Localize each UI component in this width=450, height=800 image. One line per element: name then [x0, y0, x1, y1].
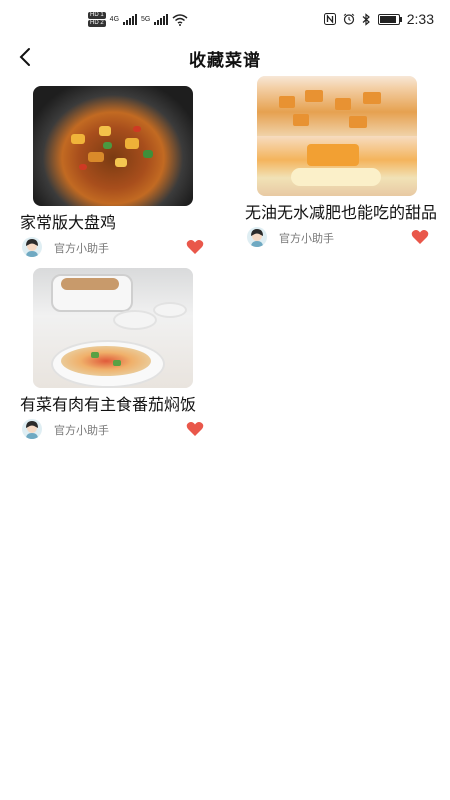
heart-icon[interactable] — [186, 421, 204, 437]
recipe-card[interactable]: 有菜有肉有主食番茄焖饭 官方小助手 — [20, 268, 220, 445]
hd-indicators: HD 1 HD 2 — [88, 12, 106, 27]
page-title: 收藏菜谱 — [189, 51, 261, 71]
recipe-meta: 官方小助手 — [20, 419, 220, 445]
recipe-image-tian-pin[interactable] — [257, 76, 417, 196]
author-name: 官方小助手 — [54, 424, 109, 437]
network-type-2: 5G — [141, 15, 151, 23]
recipe-title[interactable]: 有菜有肉有主食番茄焖饭 — [20, 394, 220, 415]
recipe-card[interactable]: 家常版大盘鸡 官方小助手 — [20, 86, 220, 263]
signal-2-icon — [154, 14, 169, 25]
status-right: 2:33 — [323, 11, 434, 27]
dessert-top — [257, 76, 417, 136]
author-name: 官方小助手 — [54, 242, 109, 255]
dish-illustration — [33, 86, 193, 206]
recipe-title[interactable]: 无油无水减肥也能吃的甜品 — [245, 202, 445, 223]
recipe-meta: 官方小助手 — [245, 227, 445, 253]
nfc-icon — [323, 13, 336, 25]
dessert-bottom — [257, 136, 417, 196]
alarm-icon — [343, 13, 355, 25]
hd1-badge: HD 1 — [88, 12, 106, 19]
recipe-card[interactable]: 无油无水减肥也能吃的甜品 官方小助手 — [245, 76, 445, 253]
author-name: 官方小助手 — [279, 232, 334, 245]
status-bar: HD 1 HD 2 4G 5G 2:33 — [0, 0, 450, 36]
hd2-badge: HD 2 — [88, 20, 106, 27]
wifi-icon — [172, 13, 188, 26]
heart-icon[interactable] — [411, 229, 429, 245]
recipe-image-fanqie-menfan[interactable] — [33, 268, 193, 388]
status-left: HD 1 HD 2 4G 5G — [88, 12, 188, 27]
avatar-icon — [22, 419, 42, 439]
dish-illustration — [33, 268, 193, 388]
recipe-meta: 官方小助手 — [20, 237, 220, 263]
network-type-1: 4G — [109, 15, 120, 23]
avatar-icon — [22, 237, 42, 257]
heart-icon[interactable] — [186, 239, 204, 255]
bluetooth-icon — [362, 12, 370, 26]
avatar-icon — [247, 227, 267, 247]
battery-icon — [377, 13, 402, 25]
status-time: 2:33 — [406, 11, 434, 27]
signal-1-icon — [123, 14, 138, 25]
recipe-image-dapanji[interactable] — [33, 86, 193, 206]
page-header: 收藏菜谱 — [0, 38, 450, 78]
recipe-title[interactable]: 家常版大盘鸡 — [20, 212, 220, 233]
